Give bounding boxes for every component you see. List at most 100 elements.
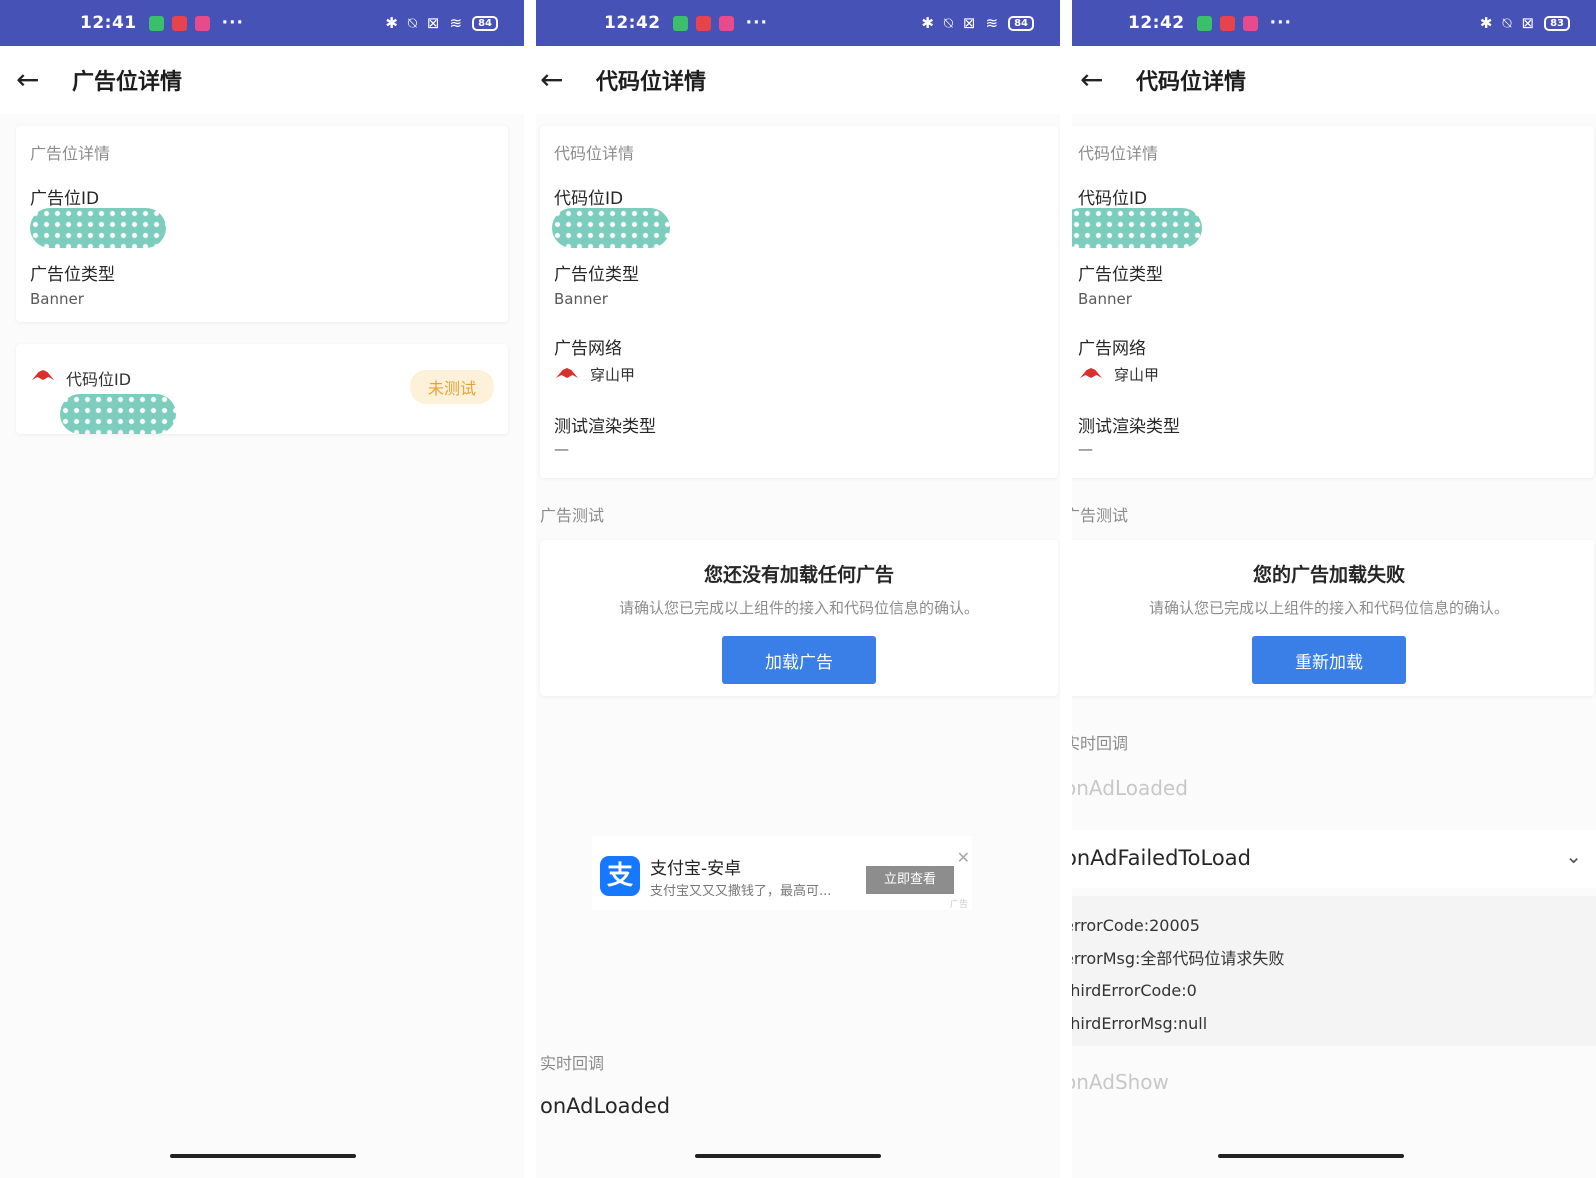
app-notification-icon <box>1196 15 1212 31</box>
ad-test-card: 您还没有加载任何广告 请确认您已完成以上组件的接入和代码位信息的确认。 加载广告 <box>540 540 1058 696</box>
load-ad-button[interactable]: 加载广告 <box>722 636 876 684</box>
status-time: 12:42 <box>604 13 661 33</box>
ad-slot-id-label: 广告位ID <box>30 189 100 209</box>
battery-icon: 84 <box>472 15 498 31</box>
app-notification-icon <box>695 15 711 31</box>
pangolin-logo-icon <box>554 366 580 378</box>
error-details: errorCode:20005 errorMsg:全部代码位请求失败 third… <box>1072 896 1596 1046</box>
back-arrow-icon[interactable]: ← <box>540 66 596 94</box>
back-arrow-icon[interactable]: ← <box>16 66 72 94</box>
card-section-label: 代码位详情 <box>1078 144 1159 163</box>
ad-test-desc: 请确认您已完成以上组件的接入和代码位信息的确认。 <box>618 599 979 617</box>
redacted-id <box>60 394 176 434</box>
ad-network-value: 穿山甲 <box>590 366 636 384</box>
status-bar: 12:41 ··· ✱ ⍉ ⊠ ≋ 84 <box>0 0 524 46</box>
page-title: 广告位详情 <box>72 70 183 95</box>
reload-button[interactable]: 重新加载 <box>1252 636 1406 684</box>
battery-icon: 84 <box>1008 15 1034 31</box>
code-slot-detail-card: 代码位详情 代码位ID 广告位类型 Banner 广告网络 穿山甲 测试渲染类型… <box>1072 126 1594 478</box>
sim-icon: ⊠ <box>962 14 976 32</box>
back-arrow-icon[interactable]: ← <box>1080 66 1136 94</box>
bluetooth-icon: ✱ <box>921 14 934 32</box>
app-bar: ← 代码位详情 <box>1072 46 1596 114</box>
more-notifications-icon: ··· <box>745 13 768 33</box>
ad-slot-type-label: 广告位类型 <box>30 265 115 285</box>
app-notification-icon <box>672 15 688 31</box>
callback-item[interactable]: onAdShow <box>1072 1070 1169 1094</box>
ad-title: 支付宝-安卓 <box>650 859 742 879</box>
ad-test-section-label: 广告测试 <box>1072 506 1129 525</box>
sim-icon: ⊠ <box>1521 14 1535 32</box>
more-notifications-icon: ··· <box>221 13 244 33</box>
pangolin-logo-icon <box>30 368 56 380</box>
ad-slot-detail-card: 广告位详情 广告位ID 广告位类型 Banner <box>16 126 508 322</box>
ad-mark: 广告 <box>949 900 968 910</box>
render-type-label: 测试渲染类型 <box>1078 417 1180 437</box>
pangolin-logo-icon <box>1078 366 1104 378</box>
ad-slot-type-value: Banner <box>30 290 84 308</box>
app-notification-icon <box>718 15 734 31</box>
callback-item[interactable]: onAdLoaded <box>540 1094 670 1118</box>
code-slot-id-label: 代码位ID <box>66 370 132 389</box>
app-notification-icon <box>171 15 187 31</box>
ad-test-title: 您的广告加载失败 <box>1252 564 1405 586</box>
code-slot-detail-card: 代码位详情 代码位ID 广告位类型 Banner 广告网络 穿山甲 测试渲染类型… <box>540 126 1058 478</box>
close-icon[interactable]: ✕ <box>957 848 970 867</box>
error-code: errorCode:20005 <box>1072 916 1200 935</box>
render-type-label: 测试渲染类型 <box>554 417 656 437</box>
redacted-id <box>30 208 166 248</box>
phone-screen-1: 12:41 ··· ✱ ⍉ ⊠ ≋ 84 ← 广告位详情 广告位详情 广告位ID… <box>0 0 524 1178</box>
home-indicator[interactable] <box>695 1154 881 1158</box>
home-indicator[interactable] <box>1218 1154 1404 1158</box>
status-bar: 12:42 ··· ✱ ⍉ ⊠ ≋ 84 <box>536 0 1060 46</box>
alipay-logo-icon: 支 <box>600 856 640 896</box>
page-title: 代码位详情 <box>596 70 707 95</box>
ad-slot-type-value: Banner <box>1078 290 1132 308</box>
render-type-value: — <box>554 440 569 458</box>
ad-network-value: 穿山甲 <box>1114 366 1160 384</box>
ad-slot-type-label: 广告位类型 <box>1078 265 1163 285</box>
code-slot-list-item[interactable]: 代码位ID 未测试 <box>16 344 508 434</box>
status-time: 12:42 <box>1128 13 1185 33</box>
app-bar: ← 广告位详情 <box>0 46 524 114</box>
ad-test-section-label: 广告测试 <box>540 506 605 525</box>
phone-screen-2: 12:42 ··· ✱ ⍉ ⊠ ≋ 84 ← 代码位详情 代码位详情 代码位ID… <box>536 0 1060 1178</box>
card-section-label: 代码位详情 <box>554 144 635 163</box>
app-notification-icon <box>148 15 164 31</box>
ad-slot-type-label: 广告位类型 <box>554 265 639 285</box>
ad-slot-type-value: Banner <box>554 290 608 308</box>
bluetooth-icon: ✱ <box>385 14 398 32</box>
status-badge: 未测试 <box>409 370 494 404</box>
ad-test-card: 您的广告加载失败 请确认您已完成以上组件的接入和代码位信息的确认。 重新加载 <box>1072 540 1594 696</box>
mute-icon: ⍉ <box>943 14 953 32</box>
ad-description: 支付宝又又又撒钱了，最高可... <box>650 884 832 899</box>
render-type-value: — <box>1078 440 1093 458</box>
redacted-id <box>552 208 670 248</box>
phone-screen-3: 12:42 ··· ✱ ⍉ ⊠ 83 ← 代码位详情 代码位详情 代码位ID 广… <box>1072 0 1596 1178</box>
app-bar: ← 代码位详情 <box>536 46 1060 114</box>
sim-icon: ⊠ <box>426 14 440 32</box>
chevron-down-icon[interactable]: ⌄ <box>1565 844 1582 868</box>
app-notification-icon <box>1219 15 1235 31</box>
card-section-label: 广告位详情 <box>30 144 111 163</box>
callback-item-title: onAdFailedToLoad <box>1072 846 1251 870</box>
callback-item-expanded[interactable]: onAdFailedToLoad ⌄ <box>1072 830 1596 888</box>
more-notifications-icon: ··· <box>1269 13 1292 33</box>
battery-icon: 83 <box>1544 15 1570 31</box>
ad-test-title: 您还没有加载任何广告 <box>703 564 894 586</box>
third-error-code: thirdErrorCode:0 <box>1072 981 1197 1000</box>
ad-cta-button[interactable]: 立即查看 <box>866 866 954 894</box>
callback-item[interactable]: onAdLoaded <box>1072 776 1188 800</box>
wifi-icon: ≋ <box>985 14 999 32</box>
code-slot-id-label: 代码位ID <box>1078 189 1148 209</box>
banner-ad[interactable]: 支 支付宝-安卓 支付宝又又又撒钱了，最高可... 立即查看 ✕ 广告 <box>592 836 972 910</box>
ad-test-desc: 请确认您已完成以上组件的接入和代码位信息的确认。 <box>1148 599 1509 617</box>
page-title: 代码位详情 <box>1136 70 1247 95</box>
third-error-msg: thirdErrorMsg:null <box>1072 1013 1208 1033</box>
callback-section-label: 实时回调 <box>540 1054 605 1073</box>
app-notification-icon <box>1242 15 1258 31</box>
home-indicator[interactable] <box>170 1154 356 1158</box>
status-time: 12:41 <box>80 13 137 33</box>
app-notification-icon <box>194 15 210 31</box>
wifi-icon: ≋ <box>449 14 463 32</box>
